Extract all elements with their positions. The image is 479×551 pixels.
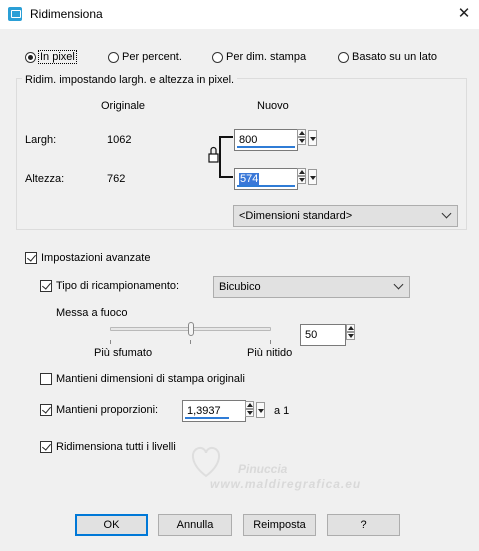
chevron-down-icon [393, 279, 404, 290]
width-dropdown-button[interactable] [308, 130, 317, 146]
radio-in-pixel[interactable]: In pixel [25, 50, 77, 64]
sharpen-stepper[interactable] [346, 324, 356, 340]
ratio-input[interactable]: 1,3937 [182, 400, 246, 422]
checkbox-label: Impostazioni avanzate [41, 252, 151, 264]
ratio-stepper[interactable] [245, 401, 255, 417]
ratio-suffix: a 1 [274, 405, 290, 417]
checkbox-label: Mantieni proporzioni: [56, 404, 159, 416]
sharpen-slider-thumb[interactable] [187, 322, 194, 336]
height-input[interactable]: 574 [234, 168, 298, 190]
window-title: Ridimensiona [30, 7, 103, 21]
advanced-settings-checkbox[interactable]: Impostazioni avanzate [25, 252, 150, 264]
width-underline [237, 146, 295, 148]
standard-size-select[interactable]: <Dimensioni standard> [233, 205, 458, 227]
radio-label: Per dim. stampa [226, 51, 307, 63]
resample-value: Bicubico [219, 281, 261, 293]
checkbox-indicator [25, 252, 37, 264]
down-arrow-icon[interactable] [245, 409, 254, 417]
help-button[interactable]: ? [327, 514, 400, 536]
checkbox-indicator [40, 404, 52, 416]
ratio-underline [185, 417, 229, 419]
watermark-name: Pinuccia [238, 462, 288, 476]
down-arrow-icon[interactable] [297, 137, 306, 145]
keep-print-size-checkbox[interactable]: Mantieni dimensioni di stampa originali [40, 373, 245, 385]
reset-button[interactable]: Reimposta [243, 514, 316, 536]
up-arrow-icon[interactable] [346, 324, 355, 332]
sharpen-input[interactable]: 50 [300, 324, 346, 346]
radio-one-side[interactable]: Basato su un lato [338, 51, 437, 63]
slider-tick [270, 340, 271, 344]
sharpen-value: 50 [305, 329, 318, 341]
height-dropdown-button[interactable] [308, 169, 317, 185]
ratio-dropdown-button[interactable] [256, 402, 265, 418]
up-arrow-icon[interactable] [245, 401, 254, 409]
checkbox-label: Mantieni dimensioni di stampa originali [56, 373, 245, 385]
radio-indicator [212, 51, 223, 63]
ok-button[interactable]: OK [75, 514, 148, 536]
checkbox-label: Tipo di ricampionamento: [56, 280, 180, 292]
height-stepper[interactable] [297, 168, 307, 184]
lock-icon [205, 150, 219, 164]
checkbox-indicator [40, 373, 52, 385]
resample-select[interactable]: Bicubico [213, 276, 410, 298]
radio-print-size[interactable]: Per dim. stampa [212, 51, 306, 63]
checkbox-indicator [40, 441, 52, 453]
width-stepper[interactable] [297, 129, 307, 145]
close-icon: ✕ [457, 5, 471, 22]
up-arrow-icon[interactable] [297, 129, 306, 137]
checkbox-indicator [40, 280, 52, 292]
watermark-logo [192, 446, 220, 478]
cancel-button[interactable]: Annulla [158, 514, 232, 536]
app-icon [8, 7, 22, 21]
radio-label: Per percent. [122, 51, 182, 63]
up-arrow-icon[interactable] [297, 168, 306, 176]
sharpen-label: Messa a fuoco [56, 307, 128, 319]
height-value: 574 [239, 173, 260, 185]
width-original: 1062 [107, 134, 132, 146]
down-arrow-icon[interactable] [297, 176, 306, 184]
slider-min-label: Più sfumato [94, 347, 153, 359]
radio-label: Basato su un lato [352, 51, 438, 63]
resample-checkbox[interactable]: Tipo di ricampionamento: [40, 280, 179, 292]
column-original: Originale [101, 100, 146, 112]
column-new: Nuovo [257, 100, 289, 112]
slider-tick [110, 340, 111, 344]
radio-indicator [108, 51, 119, 63]
ratio-value: 1,3937 [187, 405, 221, 417]
close-button[interactable]: ✕ [452, 2, 476, 26]
radio-percent[interactable]: Per percent. [108, 51, 182, 63]
resize-all-layers-checkbox[interactable]: Ridimensiona tutti i livelli [40, 441, 176, 453]
width-label: Largh: [25, 134, 57, 146]
group-caption: Ridim. impostando largh. e altezza in pi… [22, 74, 238, 86]
down-arrow-icon[interactable] [346, 332, 355, 340]
watermark-url: www.maldiregrafica.eu [210, 477, 362, 491]
width-input[interactable]: 800 [234, 129, 298, 151]
chevron-down-icon [441, 208, 452, 219]
radio-indicator [25, 51, 36, 63]
height-original: 762 [107, 173, 126, 185]
keep-ratio-checkbox[interactable]: Mantieni proporzioni: [40, 404, 158, 416]
slider-max-label: Più nitido [247, 347, 293, 359]
width-value: 800 [239, 134, 258, 146]
height-underline [237, 185, 295, 187]
radio-indicator [338, 51, 349, 63]
title-bar: Ridimensiona ✕ [0, 0, 479, 29]
standard-size-value: <Dimensioni standard> [239, 210, 353, 222]
checkbox-label: Ridimensiona tutti i livelli [56, 441, 176, 453]
height-label: Altezza: [25, 173, 65, 185]
radio-label: In pixel [38, 50, 77, 64]
slider-tick [190, 340, 191, 344]
